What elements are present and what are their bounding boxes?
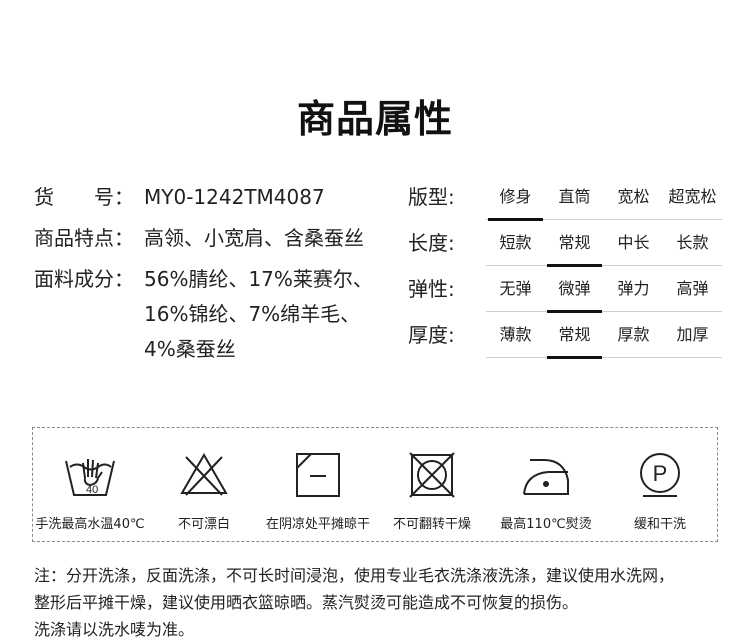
attribute-options: 短款 常规 中长 长款 [486, 226, 722, 267]
note-line: 整形后平摊干燥，建议使用晒衣篮晾晒。蒸汽熨烫可能造成不可恢复的损伤。 [34, 593, 579, 612]
care-item-no-bleach: 不可漂白 [147, 428, 261, 541]
info-value: MY0-1242TM4087 [144, 185, 325, 209]
attribute-row-elasticity: 弹性: 无弹 微弹 弹力 高弹 [408, 272, 722, 318]
attribute-row-length: 长度: 短款 常规 中长 长款 [408, 226, 722, 272]
care-label: 不可漂白 [177, 517, 230, 532]
attribute-option: 长款 [676, 233, 709, 252]
no-tumble-dry-icon [409, 451, 455, 499]
dry-clean-p-icon: P [637, 451, 683, 499]
info-label: 商品特点： [34, 226, 134, 250]
care-label: 缓和干洗 [633, 517, 686, 532]
dry-clean-symbol: P [653, 461, 668, 486]
info-label: 面料成分： [34, 267, 134, 291]
wash-temperature-text: 40 [86, 484, 98, 496]
attribute-option: 薄款 [499, 325, 532, 344]
attribute-option: 微弹 [545, 272, 604, 313]
attribute-option: 厚款 [617, 325, 650, 344]
note-line: 注：分开洗涤，反面洗涤，不可长时间浸泡，使用专业毛衣洗涤液洗涤，建议使用水洗网， [34, 566, 675, 585]
iron-icon [522, 451, 570, 499]
attribute-option: 加厚 [676, 325, 709, 344]
shade-flat-dry-icon [295, 451, 341, 499]
info-label: 货 号： [34, 185, 134, 209]
care-note: 注：分开洗涤，反面洗涤，不可长时间浸泡，使用专业毛衣洗涤液洗涤，建议使用水洗网，… [34, 562, 724, 643]
care-label: 不可翻转干燥 [392, 517, 471, 532]
care-label: 在阴凉处平摊晾干 [265, 517, 370, 532]
attribute-options: 薄款 常规 厚款 加厚 [486, 318, 722, 359]
attribute-table: 版型: 修身 直筒 宽松 超宽松 长度: 短款 常规 中长 长款 弹性: 无弹 … [408, 180, 722, 364]
attribute-option: 直筒 [558, 187, 591, 206]
attribute-label: 版型: [408, 185, 455, 209]
attribute-options: 修身 直筒 宽松 超宽松 [486, 180, 722, 221]
attribute-label: 厚度: [408, 323, 455, 347]
no-bleach-icon [180, 451, 228, 499]
info-value: 56%腈纶、17%莱赛尔、16%锦纶、7%绵羊毛、4%桑蚕丝 [144, 267, 373, 361]
care-label: 最高110℃熨烫 [500, 517, 592, 532]
care-item-shade-flat-dry: 在阴凉处平摊晾干 [261, 428, 375, 541]
info-row-features: 商品特点： 高领、小宽肩、含桑蚕丝 [34, 221, 379, 256]
attribute-option: 无弹 [499, 279, 532, 298]
attribute-option: 中长 [617, 233, 650, 252]
attribute-option: 短款 [499, 233, 532, 252]
info-row-composition: 面料成分： 56%腈纶、17%莱赛尔、16%锦纶、7%绵羊毛、4%桑蚕丝 [34, 262, 379, 367]
page-title: 商品属性 [296, 97, 453, 141]
care-label: 手洗最高水温40℃ [35, 517, 145, 532]
info-value: 高领、小宽肩、含桑蚕丝 [144, 226, 364, 250]
attribute-option: 常规 [545, 226, 604, 267]
attribute-option: 常规 [545, 318, 604, 359]
attribute-option: 高弹 [676, 279, 709, 298]
info-section: 货 号： MY0-1242TM4087 商品特点： 高领、小宽肩、含桑蚕丝 面料… [34, 180, 379, 373]
attribute-label: 弹性: [408, 277, 455, 301]
attribute-option: 宽松 [617, 187, 650, 206]
attribute-options: 无弹 微弹 弹力 高弹 [486, 272, 722, 313]
attribute-row-fit: 版型: 修身 直筒 宽松 超宽松 [408, 180, 722, 226]
note-line: 洗涤请以洗水唛为准。 [34, 620, 195, 639]
attribute-label: 长度: [408, 231, 455, 255]
care-item-no-tumble-dry: 不可翻转干燥 [375, 428, 489, 541]
hand-wash-icon: 40 [64, 451, 116, 499]
attribute-option: 超宽松 [668, 187, 717, 206]
attribute-row-thickness: 厚度: 薄款 常规 厚款 加厚 [408, 318, 722, 364]
care-item-iron: 最高110℃熨烫 [489, 428, 603, 541]
attribute-option: 修身 [486, 180, 545, 221]
info-row-item-number: 货 号： MY0-1242TM4087 [34, 180, 379, 215]
care-instructions: 40 手洗最高水温40℃ 不可漂白 在阴凉处平摊晾干 不可翻转干燥 最高110℃… [32, 427, 718, 542]
care-item-hand-wash: 40 手洗最高水温40℃ [33, 428, 147, 541]
care-item-dry-clean: P 缓和干洗 [603, 428, 717, 541]
attribute-option: 弹力 [617, 279, 650, 298]
